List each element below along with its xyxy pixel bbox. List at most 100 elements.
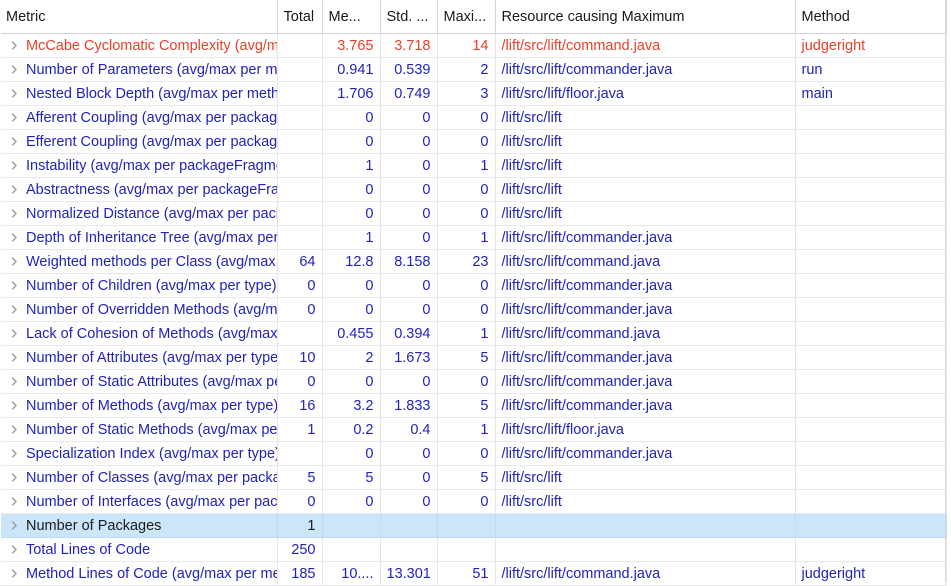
cell-metric[interactable]: Normalized Distance (avg/max per package… <box>0 201 278 226</box>
metric-label: Depth of Inheritance Tree (avg/max per t… <box>26 229 277 246</box>
table-row[interactable]: Lack of Cohesion of Methods (avg/max per… <box>0 321 947 346</box>
cell-metric[interactable]: Efferent Coupling (avg/max per packageFr… <box>0 129 278 154</box>
table-header: Metric Total Me... Std. ... Maxi... Reso… <box>0 0 947 34</box>
metric-label: Efferent Coupling (avg/max per packageFr… <box>26 133 277 150</box>
cell-metric[interactable]: Number of Static Attributes (avg/max per… <box>0 369 278 394</box>
cell-metric[interactable]: Specialization Index (avg/max per type) <box>0 441 278 466</box>
cell-total <box>277 441 323 466</box>
chevron-right-icon[interactable] <box>10 399 19 412</box>
metric-label: Number of Attributes (avg/max per type) <box>26 349 277 366</box>
cell-metric[interactable]: Afferent Coupling (avg/max per packageFr… <box>0 105 278 130</box>
table-row[interactable]: Number of Classes (avg/max per packageFr… <box>0 465 947 490</box>
table-row[interactable]: Number of Static Attributes (avg/max per… <box>0 369 947 394</box>
cell-metric[interactable]: Number of Parameters (avg/max per method… <box>0 57 278 82</box>
cell-method <box>795 417 947 442</box>
cell-maximum <box>437 537 496 562</box>
chevron-right-icon[interactable] <box>10 375 19 388</box>
column-header-method[interactable]: Method <box>795 0 947 34</box>
chevron-right-icon[interactable] <box>10 351 19 364</box>
cell-resource: /lift/src/lift/command.java <box>495 33 796 58</box>
cell-metric[interactable]: Nested Block Depth (avg/max per method) <box>0 81 278 106</box>
cell-metric[interactable]: Number of Attributes (avg/max per type) <box>0 345 278 370</box>
table-row[interactable]: Number of Static Methods (avg/max per ty… <box>0 417 947 442</box>
table-row[interactable]: McCabe Cyclomatic Complexity (avg/max pe… <box>0 33 947 58</box>
table-row[interactable]: Number of Packages 1 <box>0 513 947 538</box>
cell-metric[interactable]: Lack of Cohesion of Methods (avg/max per… <box>0 321 278 346</box>
chevron-right-icon[interactable] <box>10 519 19 532</box>
cell-metric[interactable]: Depth of Inheritance Tree (avg/max per t… <box>0 225 278 250</box>
table-row[interactable]: Weighted methods per Class (avg/max per … <box>0 249 947 274</box>
cell-metric[interactable]: Number of Packages <box>0 513 278 538</box>
cell-mean: 1 <box>322 225 381 250</box>
chevron-right-icon[interactable] <box>10 543 19 556</box>
column-header-total[interactable]: Total <box>277 0 323 34</box>
chevron-right-icon[interactable] <box>10 423 19 436</box>
cell-metric[interactable]: Weighted methods per Class (avg/max per … <box>0 249 278 274</box>
column-header-maximum[interactable]: Maxi... <box>437 0 496 34</box>
chevron-right-icon[interactable] <box>10 207 19 220</box>
column-header-resource[interactable]: Resource causing Maximum <box>495 0 796 34</box>
cell-std: 1.833 <box>380 393 438 418</box>
column-header-std[interactable]: Std. ... <box>380 0 438 34</box>
chevron-right-icon[interactable] <box>10 183 19 196</box>
chevron-right-icon[interactable] <box>10 447 19 460</box>
cell-metric[interactable]: Number of Children (avg/max per type) <box>0 273 278 298</box>
cell-total <box>277 153 323 178</box>
chevron-right-icon[interactable] <box>10 135 19 148</box>
chevron-right-icon[interactable] <box>10 159 19 172</box>
table-row[interactable]: Total Lines of Code 250 <box>0 537 947 562</box>
cell-metric[interactable]: Total Lines of Code <box>0 537 278 562</box>
table-row[interactable]: Abstractness (avg/max per packageFragmen… <box>0 177 947 202</box>
cell-method <box>795 129 947 154</box>
chevron-right-icon[interactable] <box>10 279 19 292</box>
cell-method <box>795 465 947 490</box>
cell-resource: /lift/src/lift/commander.java <box>495 369 796 394</box>
cell-metric[interactable]: Number of Interfaces (avg/max per packag… <box>0 489 278 514</box>
chevron-right-icon[interactable] <box>10 39 19 52</box>
cell-metric[interactable]: Abstractness (avg/max per packageFragmen… <box>0 177 278 202</box>
chevron-right-icon[interactable] <box>10 471 19 484</box>
table-row[interactable]: Number of Children (avg/max per type) 0 0 0… <box>0 273 947 298</box>
cell-std: 0 <box>380 201 438 226</box>
chevron-right-icon[interactable] <box>10 303 19 316</box>
table-row[interactable]: Depth of Inheritance Tree (avg/max per t… <box>0 225 947 250</box>
cell-method: main <box>795 81 947 106</box>
table-row[interactable]: Normalized Distance (avg/max per package… <box>0 201 947 226</box>
table-row[interactable]: Number of Parameters (avg/max per method… <box>0 57 947 82</box>
cell-metric[interactable]: Number of Methods (avg/max per type) <box>0 393 278 418</box>
cell-total <box>277 57 323 82</box>
chevron-right-icon[interactable] <box>10 111 19 124</box>
cell-method <box>795 441 947 466</box>
cell-mean: 0.941 <box>322 57 381 82</box>
chevron-right-icon[interactable] <box>10 63 19 76</box>
cell-metric[interactable]: Number of Overridden Methods (avg/max pe… <box>0 297 278 322</box>
column-header-metric[interactable]: Metric <box>0 0 278 34</box>
chevron-right-icon[interactable] <box>10 567 19 580</box>
cell-resource: /lift/src/lift/floor.java <box>495 417 796 442</box>
cell-metric[interactable]: McCabe Cyclomatic Complexity (avg/max pe… <box>0 33 278 58</box>
table-row[interactable]: Nested Block Depth (avg/max per method) 1… <box>0 81 947 106</box>
table-row[interactable]: Instability (avg/max per packageFragment… <box>0 153 947 178</box>
cell-metric[interactable]: Number of Static Methods (avg/max per ty… <box>0 417 278 442</box>
cell-metric[interactable]: Instability (avg/max per packageFragment… <box>0 153 278 178</box>
chevron-right-icon[interactable] <box>10 87 19 100</box>
table-row[interactable]: Efferent Coupling (avg/max per packageFr… <box>0 129 947 154</box>
cell-total: 0 <box>277 273 323 298</box>
table-row[interactable]: Number of Methods (avg/max per type) 16 3.… <box>0 393 947 418</box>
cell-total <box>277 33 323 58</box>
chevron-right-icon[interactable] <box>10 231 19 244</box>
cell-maximum: 1 <box>437 153 496 178</box>
chevron-right-icon[interactable] <box>10 327 19 340</box>
table-row[interactable]: Number of Interfaces (avg/max per packag… <box>0 489 947 514</box>
cell-total <box>277 177 323 202</box>
table-row[interactable]: Number of Attributes (avg/max per type) 1… <box>0 345 947 370</box>
cell-metric[interactable]: Number of Classes (avg/max per packageFr… <box>0 465 278 490</box>
cell-maximum: 23 <box>437 249 496 274</box>
metric-label: Method Lines of Code (avg/max per method… <box>26 565 276 582</box>
table-row[interactable]: Afferent Coupling (avg/max per packageFr… <box>0 105 947 130</box>
table-row[interactable]: Specialization Index (avg/max per type) 0… <box>0 441 947 466</box>
chevron-right-icon[interactable] <box>10 255 19 268</box>
table-row[interactable]: Number of Overridden Methods (avg/max pe… <box>0 297 947 322</box>
column-header-mean[interactable]: Me... <box>322 0 381 34</box>
chevron-right-icon[interactable] <box>10 495 19 508</box>
